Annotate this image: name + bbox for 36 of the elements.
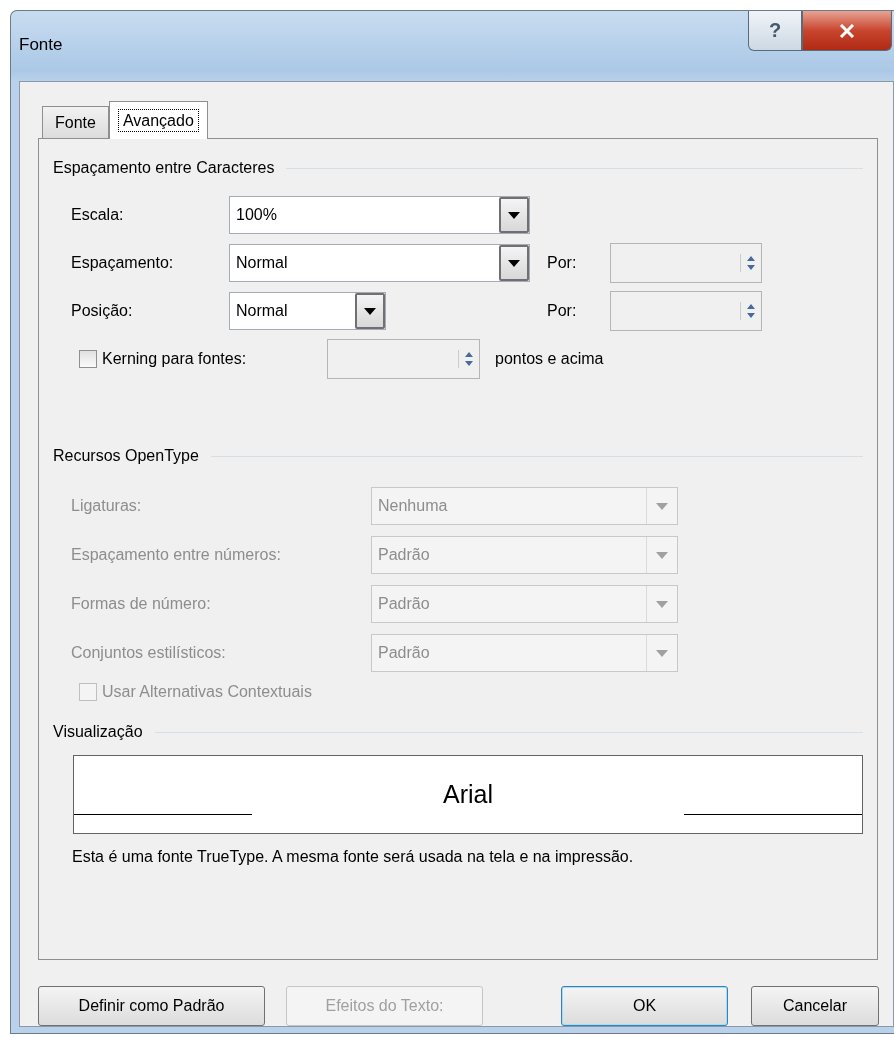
dropdown[interactable]: 100%	[229, 196, 530, 234]
checkbox-label: Kerning para fontes:	[102, 350, 248, 368]
tab[interactable]: Avançado	[108, 101, 208, 139]
field-label: Espaçamento:	[71, 254, 175, 272]
section-title: Visualização	[53, 723, 143, 741]
spinner-arrows-icon	[740, 302, 757, 320]
spinner-arrows-icon	[740, 254, 757, 272]
preview-sample-text: Arial	[443, 780, 493, 809]
checkbox[interactable]	[79, 350, 97, 368]
dialog-button[interactable]: Cancelar	[751, 986, 879, 1026]
field-label: Posição:	[71, 302, 134, 320]
field-label: Espaçamento entre números:	[71, 546, 282, 564]
checkbox-label: Usar Alternativas Contextuais	[102, 683, 312, 701]
tab[interactable]: Fonte	[42, 106, 109, 138]
spin-field[interactable]	[610, 243, 762, 283]
close-icon	[839, 23, 855, 38]
close-button[interactable]	[802, 11, 892, 51]
field-label: Escala:	[71, 206, 125, 224]
window-title: Fonte	[19, 35, 63, 55]
help-button[interactable]: ?	[748, 11, 802, 51]
dropdown[interactable]: Normal	[229, 244, 530, 282]
dialog-button[interactable]: Definir como Padrão	[38, 986, 265, 1026]
dropdown[interactable]: Normal	[229, 292, 386, 330]
field-label: Conjuntos estilísticos:	[71, 644, 227, 662]
field-label: Por:	[547, 254, 578, 272]
field-label: Ligaturas:	[71, 497, 143, 515]
spin-field[interactable]	[610, 291, 762, 331]
spin-field[interactable]	[327, 339, 480, 379]
field-label: Formas de número:	[71, 595, 212, 613]
info-text: Esta é uma fonte TrueType. A mesma fonte será usada na tela e na impressão.	[72, 848, 635, 866]
field-label: Por:	[547, 302, 578, 320]
dialog-button[interactable]: OK	[561, 986, 728, 1026]
spinner-arrows-icon	[458, 350, 475, 368]
unit-label: pontos e acima	[495, 350, 604, 368]
section-title: Recursos OpenType	[53, 447, 199, 465]
section-title: Espaçamento entre Caracteres	[53, 159, 275, 177]
